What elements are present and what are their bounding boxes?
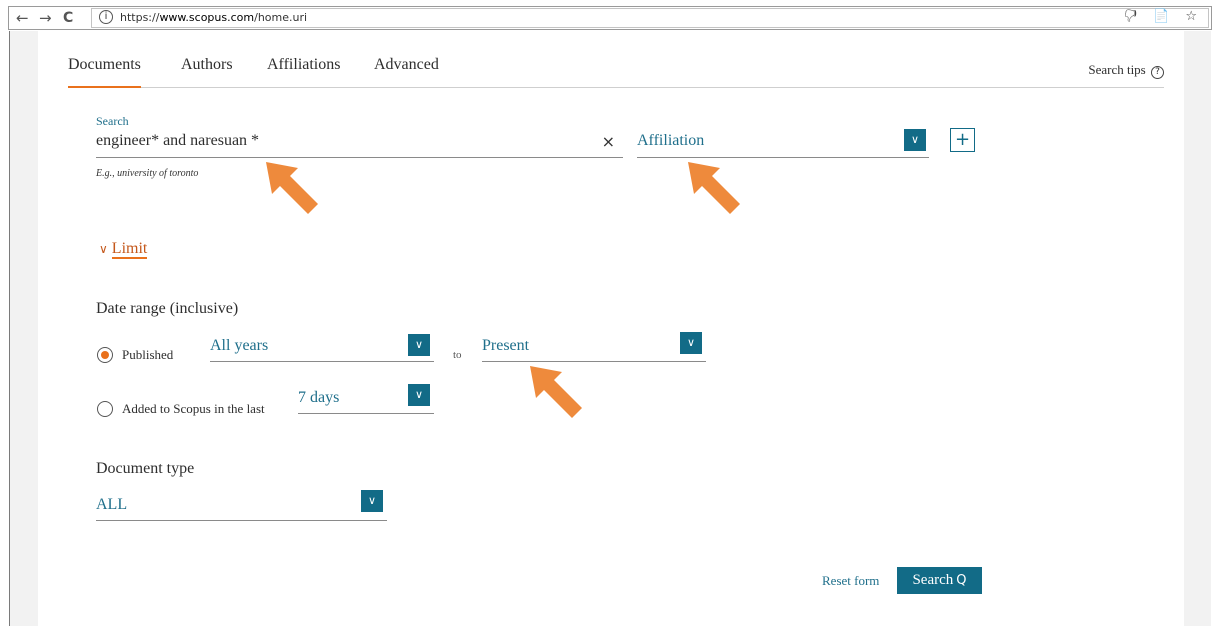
document-type-title: Document type bbox=[96, 460, 195, 477]
address-bar[interactable]: i https://www.scopus.com/home.uri bbox=[91, 8, 1209, 28]
published-label: Published bbox=[122, 347, 174, 362]
from-year-value: All years bbox=[210, 337, 269, 354]
add-search-field-button[interactable]: + bbox=[950, 128, 975, 152]
clear-icon[interactable]: × bbox=[602, 132, 615, 151]
url-host: www.scopus.com bbox=[159, 11, 255, 24]
help-icon: ? bbox=[1151, 66, 1164, 79]
url-text: https://www.scopus.com/home.uri bbox=[120, 11, 307, 24]
chevron-down-icon: ∨ bbox=[99, 242, 108, 256]
search-panel bbox=[38, 31, 1184, 626]
search-field-value: Affiliation bbox=[637, 132, 705, 149]
published-radio[interactable] bbox=[97, 347, 113, 363]
document-type-select[interactable]: ALL bbox=[96, 493, 387, 521]
chevron-down-icon[interactable]: ∨ bbox=[680, 332, 702, 354]
document-type-value: ALL bbox=[96, 496, 128, 513]
search-button[interactable]: Search Q bbox=[897, 567, 982, 594]
search-button-label: Search bbox=[912, 572, 954, 588]
info-icon[interactable]: i bbox=[99, 10, 113, 24]
annotation-arrow-icon bbox=[530, 366, 582, 418]
chevron-down-icon[interactable]: ∨ bbox=[408, 334, 430, 356]
date-range-title: Date range (inclusive) bbox=[96, 300, 239, 317]
reset-form-button[interactable]: Reset form bbox=[822, 573, 879, 589]
tab-authors[interactable]: Authors bbox=[181, 56, 233, 88]
to-year-select[interactable]: Present bbox=[482, 334, 706, 362]
search-tabs: Documents Authors Affiliations Advanced … bbox=[68, 56, 1164, 88]
chevron-down-icon[interactable]: ∨ bbox=[361, 490, 383, 512]
search-icon: Q bbox=[956, 573, 967, 588]
added-label: Added to Scopus in the last bbox=[122, 401, 265, 416]
search-example: E.g., university of toronto bbox=[96, 168, 199, 179]
search-field-select[interactable]: Affiliation bbox=[637, 130, 929, 158]
tab-affiliations[interactable]: Affiliations bbox=[267, 56, 340, 88]
search-tips-label: Search tips bbox=[1088, 62, 1146, 77]
forward-icon[interactable]: → bbox=[39, 8, 52, 28]
toolbar-icons[interactable]: 🖓 📄 ☆ bbox=[1124, 7, 1203, 29]
chevron-down-icon[interactable]: ∨ bbox=[408, 384, 430, 406]
back-icon[interactable]: ← bbox=[16, 8, 29, 28]
url-scheme: https:// bbox=[120, 11, 160, 24]
search-input[interactable]: engineer* and naresuan * × bbox=[96, 130, 623, 158]
url-path: /home.uri bbox=[254, 11, 308, 24]
to-label: to bbox=[453, 349, 462, 361]
browser-toolbar: ← → C i https://www.scopus.com/home.uri … bbox=[8, 6, 1212, 30]
from-year-select[interactable]: All years bbox=[210, 334, 434, 362]
tab-documents[interactable]: Documents bbox=[68, 56, 141, 88]
tab-advanced[interactable]: Advanced bbox=[374, 56, 439, 88]
search-input-value: engineer* and naresuan * bbox=[96, 132, 260, 149]
annotation-arrow-icon bbox=[688, 162, 740, 214]
annotation-arrow-icon bbox=[266, 162, 318, 214]
to-year-value: Present bbox=[482, 337, 530, 354]
search-label: Search bbox=[96, 114, 129, 128]
added-days-value: 7 days bbox=[298, 389, 340, 406]
search-tips-link[interactable]: Search tips ? bbox=[1088, 62, 1164, 79]
chevron-down-icon[interactable]: ∨ bbox=[904, 129, 926, 151]
limit-toggle[interactable]: ∨ Limit bbox=[99, 240, 148, 259]
limit-label: Limit bbox=[111, 240, 148, 259]
added-radio[interactable] bbox=[97, 401, 113, 417]
reload-icon[interactable]: C bbox=[63, 8, 73, 28]
